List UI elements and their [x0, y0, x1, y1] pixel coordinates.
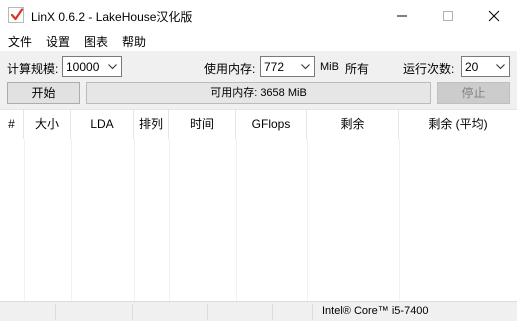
- runs-value: 20: [465, 60, 479, 74]
- menu-file[interactable]: 文件: [8, 33, 32, 50]
- close-button[interactable]: [471, 0, 517, 31]
- menu-help[interactable]: 帮助: [122, 33, 146, 50]
- available-memory-text: 可用内存: 3658 MiB: [210, 87, 307, 99]
- column-header[interactable]: 排列: [134, 110, 169, 139]
- window-title: LinX 0.6.2 - LakeHouse汉化版: [31, 10, 193, 24]
- problem-size-label: 计算规模:: [7, 62, 59, 76]
- menu-settings[interactable]: 设置: [46, 33, 70, 50]
- menu-bar: 文件 设置 图表 帮助: [0, 31, 517, 51]
- column-gridline: [307, 139, 308, 301]
- chevron-down-icon: [301, 64, 310, 70]
- menu-chart[interactable]: 图表: [84, 33, 108, 50]
- column-gridline: [236, 139, 237, 301]
- column-header[interactable]: GFlops: [236, 110, 307, 139]
- runs-label: 运行次数:: [403, 62, 455, 76]
- status-cell: [56, 304, 133, 320]
- column-header[interactable]: LDA: [71, 110, 134, 139]
- column-gridline: [134, 139, 135, 301]
- status-cell: [208, 304, 273, 320]
- all-memory-option[interactable]: 所有: [345, 60, 369, 77]
- maximize-button[interactable]: [425, 0, 471, 31]
- problem-size-select[interactable]: 10000: [62, 56, 122, 77]
- column-gridline: [71, 139, 72, 301]
- problem-size-value: 10000: [66, 60, 100, 74]
- memory-value: 772: [264, 60, 285, 74]
- column-header[interactable]: 大小: [24, 110, 71, 139]
- status-cell: [273, 304, 313, 320]
- app-checkmark-icon: [8, 7, 24, 23]
- title-bar[interactable]: LinX 0.6.2 - LakeHouse汉化版: [0, 0, 517, 31]
- minimize-icon: [397, 15, 407, 17]
- status-cell: [0, 304, 56, 320]
- status-bar: Intel® Core™ i5-7400: [0, 301, 517, 321]
- memory-select[interactable]: 772: [260, 56, 315, 77]
- results-table[interactable]: # 大小 LDA 排列 时间 GFlops 剩余 剩余 (平均): [0, 109, 517, 301]
- column-header[interactable]: 剩余: [307, 110, 399, 139]
- minimize-button[interactable]: [379, 0, 425, 31]
- column-header[interactable]: 时间: [169, 110, 236, 139]
- memory-unit: MiB: [320, 61, 339, 73]
- column-gridline: [399, 139, 400, 301]
- column-gridline: [24, 139, 25, 301]
- status-cell: [133, 304, 208, 320]
- column-header[interactable]: #: [0, 110, 24, 139]
- column-header[interactable]: 剩余 (平均): [399, 110, 517, 139]
- chevron-down-icon: [108, 64, 117, 70]
- close-icon: [488, 10, 500, 22]
- start-button[interactable]: 开始: [7, 82, 80, 104]
- runs-select[interactable]: 20: [461, 56, 510, 77]
- column-gridline: [169, 139, 170, 301]
- maximize-icon: [443, 11, 453, 21]
- memory-label: 使用内存:: [204, 62, 256, 76]
- stop-button[interactable]: 停止: [437, 82, 510, 104]
- memory-progress-bar: 可用内存: 3658 MiB: [86, 82, 431, 104]
- cpu-name: Intel® Core™ i5-7400: [322, 305, 429, 317]
- chevron-down-icon: [496, 64, 505, 70]
